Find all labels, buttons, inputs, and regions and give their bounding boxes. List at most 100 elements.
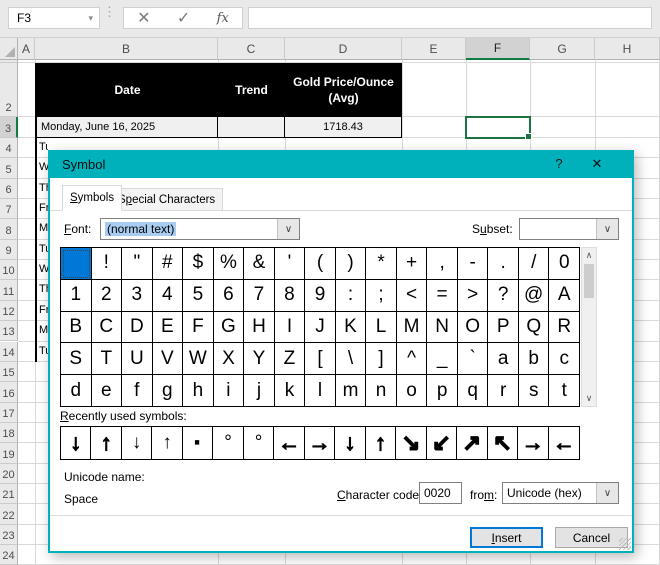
symbol-cell[interactable]: ( — [305, 248, 336, 280]
symbol-cell[interactable]: D — [122, 311, 153, 344]
row-header-9[interactable]: 9 — [0, 239, 18, 261]
scroll-up-icon[interactable]: ∧ — [582, 248, 596, 263]
symbol-cell[interactable]: W — [183, 343, 214, 376]
symbol-cell[interactable]: 2 — [91, 279, 123, 312]
recent-symbol[interactable]: ↑ — [152, 427, 183, 459]
symbol-cell[interactable]: , — [427, 248, 458, 280]
row-header-13[interactable]: 13 — [0, 321, 18, 342]
symbol-cell[interactable]: . — [488, 248, 519, 280]
symbol-cell[interactable]: C — [91, 311, 123, 344]
recent-symbol[interactable]: ↑ — [91, 427, 122, 459]
subset-combobox-arrow-icon[interactable]: ∨ — [596, 219, 618, 239]
row-header-24[interactable]: 24 — [0, 545, 18, 565]
symbol-cell[interactable]: " — [122, 248, 153, 280]
symbol-cell[interactable]: ] — [366, 343, 397, 376]
row-header-20[interactable]: 20 — [0, 463, 18, 484]
table-header-date[interactable]: Date — [37, 63, 218, 117]
recent-symbol[interactable]: ↑ — [366, 427, 397, 459]
symbol-cell[interactable]: 0 — [549, 248, 580, 280]
symbol-cell[interactable]: S — [61, 343, 92, 376]
symbol-cell[interactable]: j — [244, 375, 275, 407]
symbol-cell[interactable]: 4 — [152, 279, 184, 312]
column-header-F[interactable]: F — [466, 38, 530, 60]
table-header-trend[interactable]: Trend — [218, 63, 285, 117]
cancel-button[interactable]: Cancel — [555, 527, 628, 548]
row-header-3[interactable]: 3 — [0, 117, 18, 138]
symbol-cell[interactable]: Y — [244, 343, 275, 376]
symbol-cell[interactable]: L — [366, 311, 397, 344]
symbol-cell[interactable]: \ — [335, 343, 367, 376]
recent-symbol[interactable]: → — [305, 427, 336, 459]
symbol-cell[interactable]: e — [91, 375, 123, 407]
symbol-cell[interactable]: 9 — [305, 279, 336, 312]
symbol-cell[interactable]: X — [213, 343, 245, 376]
recent-symbol[interactable]: ↓ — [335, 427, 366, 459]
symbol-cell[interactable]: a — [488, 343, 519, 376]
symbol-cell[interactable]: 6 — [213, 279, 245, 312]
recent-symbol[interactable]: ° — [244, 427, 275, 459]
symbol-cell[interactable]: J — [305, 311, 336, 344]
symbol-cell[interactable]: Z — [274, 343, 306, 376]
symbol-cell[interactable]: d — [61, 375, 92, 407]
row-header-19[interactable]: 19 — [0, 443, 18, 464]
symbol-cell[interactable]: ` — [457, 343, 489, 376]
font-combobox[interactable]: (normal text) ∨ — [100, 218, 300, 240]
from-combobox[interactable]: Unicode (hex) ∨ — [502, 482, 619, 504]
column-header-H[interactable]: H — [595, 38, 660, 60]
symbol-cell[interactable]: ? — [488, 279, 519, 312]
symbol-cell[interactable]: I — [274, 311, 306, 344]
symbol-cell[interactable]: A — [549, 279, 580, 312]
symbol-cell[interactable]: n — [366, 375, 397, 407]
symbol-cell[interactable]: p — [427, 375, 458, 407]
insert-button[interactable]: Insert — [470, 527, 543, 548]
table-header-price[interactable]: Gold Price/Ounce (Avg) — [285, 63, 402, 117]
symbol-cell[interactable]: 1 — [61, 279, 92, 312]
symbol-cell[interactable]: < — [396, 279, 428, 312]
symbol-cell[interactable]: s — [518, 375, 550, 407]
symbol-cell[interactable]: 8 — [274, 279, 306, 312]
row-header-11[interactable]: 11 — [0, 280, 18, 301]
symbol-cell[interactable]: > — [457, 279, 489, 312]
row-header-8[interactable]: 8 — [0, 219, 18, 240]
recent-symbol[interactable]: ↓ — [61, 427, 92, 459]
recent-symbol[interactable]: ↗ — [457, 427, 488, 459]
cell-D3-price[interactable]: 1718.43 — [285, 117, 402, 138]
column-header-E[interactable]: E — [402, 38, 466, 60]
from-combobox-arrow-icon[interactable]: ∨ — [596, 483, 618, 503]
recent-symbol[interactable]: ↓ — [122, 427, 153, 459]
recent-symbol[interactable]: ← — [274, 427, 305, 459]
row-header-6[interactable]: 6 — [0, 178, 18, 200]
column-header-D[interactable]: D — [285, 38, 402, 60]
row-header-22[interactable]: 22 — [0, 504, 18, 525]
recent-symbol[interactable]: ↘ — [396, 427, 427, 459]
row-header-17[interactable]: 17 — [0, 402, 18, 423]
symbol-cell[interactable]: Q — [518, 311, 550, 344]
symbol-cell[interactable]: B — [61, 311, 92, 344]
symbol-cell[interactable]: + — [396, 248, 428, 280]
cell-C3-trend[interactable] — [218, 117, 285, 138]
symbol-cell[interactable]: U — [122, 343, 153, 376]
recent-symbol[interactable]: ↙ — [427, 427, 458, 459]
row-header-12[interactable]: 12 — [0, 300, 18, 322]
font-combobox-arrow-icon[interactable]: ∨ — [277, 219, 299, 239]
symbol-cell[interactable]: P — [488, 311, 519, 344]
symbol-cell[interactable]: = — [427, 279, 458, 312]
row-header-18[interactable]: 18 — [0, 422, 18, 444]
enter-entry-icon[interactable]: ✓ — [177, 8, 190, 28]
symbol-cell[interactable]: - — [457, 248, 489, 280]
symbol-cell[interactable]: t — [549, 375, 580, 407]
symbol-cell[interactable]: O — [457, 311, 489, 344]
symbol-cell[interactable]: & — [244, 248, 275, 280]
row-header-4[interactable]: 4 — [0, 138, 18, 159]
row-header-2[interactable]: 2 — [0, 63, 18, 117]
symbol-cell[interactable]: H — [244, 311, 275, 344]
close-icon[interactable]: ✕ — [586, 156, 608, 176]
symbol-cell[interactable]: [ — [305, 343, 336, 376]
row-header-5[interactable]: 5 — [0, 158, 18, 179]
row-header-10[interactable]: 10 — [0, 260, 18, 281]
symbol-cell[interactable]: R — [549, 311, 580, 344]
symbol-cell[interactable]: / — [518, 248, 550, 280]
subset-combobox[interactable]: ∨ — [519, 218, 619, 240]
column-header-C[interactable]: C — [218, 38, 285, 60]
column-header-G[interactable]: G — [530, 38, 595, 60]
